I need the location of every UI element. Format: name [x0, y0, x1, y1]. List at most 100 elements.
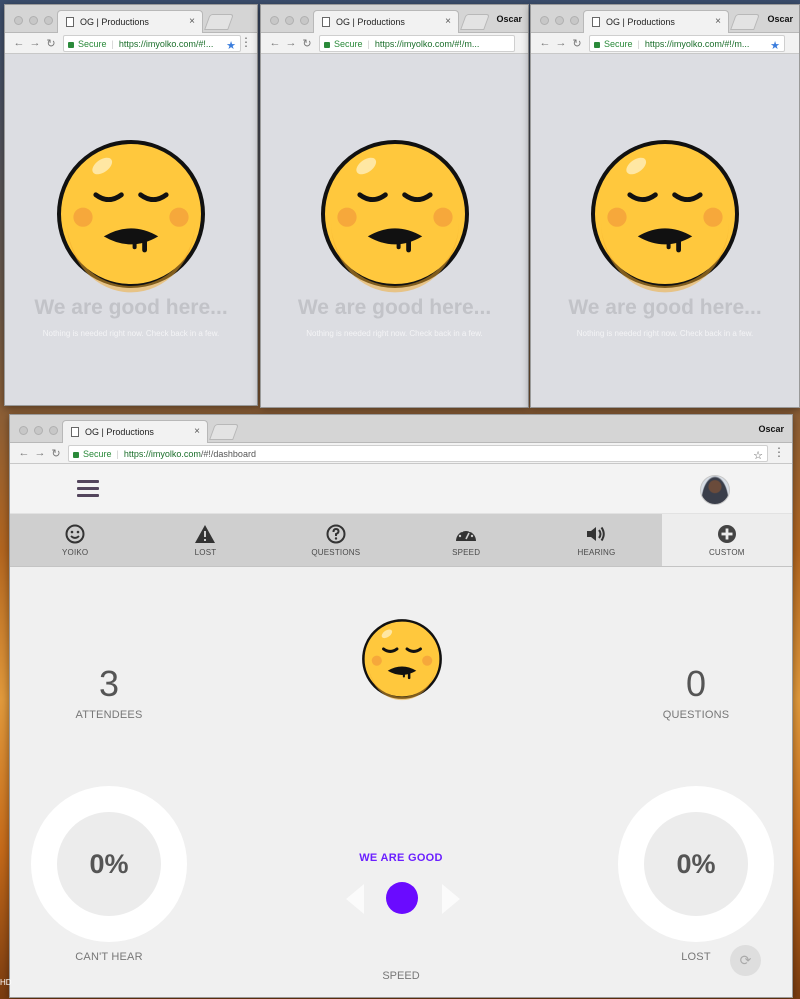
tool-label: QUESTIONS	[311, 547, 361, 557]
speed-status: WE ARE GOOD	[359, 852, 443, 864]
sleepy-emoji-icon	[360, 617, 444, 706]
empty-subtitle: Nothing is needed right now. Check back …	[306, 329, 483, 338]
window-controls[interactable]	[540, 16, 579, 25]
window-controls[interactable]	[270, 16, 309, 25]
url-field[interactable]: Secure | https://imyolko.com/#!/m... ★	[589, 35, 785, 52]
desktop-corner-text: HD	[0, 978, 12, 987]
address-bar: ← → ↻ Secure | https://imyolko.com/#!/m.…	[261, 33, 528, 54]
lock-icon	[68, 41, 74, 48]
bookmark-star-icon[interactable]: ☆	[753, 449, 763, 461]
back-button[interactable]: ←	[539, 37, 551, 49]
profile-name[interactable]: Oscar	[496, 14, 522, 24]
empty-state: We are good here... Nothing is needed ri…	[531, 54, 799, 407]
browser-tab[interactable]: OG | Productions ×	[62, 420, 208, 443]
lock-icon	[73, 451, 79, 458]
url-field[interactable]: Secure | https://imyolko.com/#!... ★	[63, 35, 241, 52]
speedometer-icon	[456, 527, 477, 541]
bookmark-star-icon[interactable]: ★	[770, 39, 780, 51]
dashboard-main: 3 ATTENDEES 0 QUESTIONS 0% CAN'T HEAR 0%…	[10, 568, 792, 997]
tab-close-button[interactable]: ×	[445, 16, 451, 27]
back-button[interactable]: ←	[269, 37, 281, 49]
address-bar: ← → ↻ Secure | https://imyolko.com/#!/da…	[10, 443, 792, 464]
back-button[interactable]: ←	[18, 447, 30, 459]
forward-button[interactable]: →	[285, 37, 297, 49]
new-tab-button[interactable]	[460, 14, 490, 30]
forward-button[interactable]: →	[34, 447, 46, 459]
browser-window-3: OG | Productions × Oscar ← → ↻ Secure | …	[530, 4, 800, 408]
browser-window-1: OG | Productions × ← → ↻ Secure | https:…	[4, 4, 258, 406]
profile-name[interactable]: Oscar	[767, 14, 793, 24]
lost-percent: 0%	[644, 812, 748, 916]
cant-hear-gauge: 0%	[31, 786, 187, 942]
tool-label: SPEED	[452, 547, 481, 557]
cant-hear-label: CAN'T HEAR	[75, 951, 143, 963]
browser-window-dashboard: OG | Productions × Oscar ← → ↻ Secure | …	[9, 414, 793, 998]
window-controls[interactable]	[14, 16, 53, 25]
url-path: /#!/dashboard	[200, 448, 256, 459]
speed-indicator[interactable]	[386, 882, 418, 914]
bookmark-star-icon[interactable]: ★	[226, 39, 236, 51]
empty-state: We are good here... Nothing is needed ri…	[5, 54, 257, 405]
new-tab-button[interactable]	[209, 424, 239, 440]
hamburger-menu-icon[interactable]	[77, 480, 99, 501]
tool-label: LOST	[194, 547, 217, 557]
document-icon	[592, 17, 600, 27]
attendees-label: ATTENDEES	[75, 709, 143, 721]
reload-button[interactable]: ↻	[571, 37, 583, 50]
tab-close-button[interactable]: ×	[194, 426, 200, 437]
tool-label: HEARING	[577, 547, 616, 557]
avatar[interactable]	[700, 475, 730, 505]
tab-bar: OG | Productions × Oscar	[531, 5, 799, 33]
reload-button[interactable]: ↻	[50, 447, 62, 460]
tool-label: YOIKO	[61, 547, 89, 557]
sleepy-emoji-icon	[305, 134, 485, 299]
tab-title: OG | Productions	[80, 17, 149, 27]
slower-arrow-button[interactable]	[346, 884, 364, 914]
attendees-stat: 3 ATTENDEES	[59, 663, 159, 721]
url-field[interactable]: Secure | https://imyolko.com/#!/dashboar…	[68, 445, 768, 462]
new-tab-button[interactable]	[204, 14, 234, 30]
lock-icon	[594, 41, 600, 48]
forward-button[interactable]: →	[555, 37, 567, 49]
questions-stat: 0 QUESTIONS	[646, 663, 746, 721]
tool-custom[interactable]: CUSTOM	[661, 514, 792, 566]
tab-close-button[interactable]: ×	[189, 16, 195, 27]
lost-gauge: 0%	[618, 786, 774, 942]
volume-icon	[587, 526, 606, 541]
browser-menu-icon[interactable]: ⋮	[773, 445, 785, 459]
browser-menu-icon[interactable]: ⋮	[240, 35, 252, 49]
cant-hear-percent: 0%	[57, 812, 161, 916]
empty-state: We are good here... Nothing is needed ri…	[261, 54, 528, 407]
tool-questions[interactable]: QUESTIONS	[271, 514, 401, 566]
browser-tab[interactable]: OG | Productions ×	[57, 10, 203, 33]
forward-button[interactable]: →	[29, 37, 41, 49]
profile-name[interactable]: Oscar	[758, 424, 784, 434]
window-controls[interactable]	[19, 426, 58, 435]
secure-label: Secure	[78, 38, 107, 49]
refresh-icon[interactable]: ⟳	[730, 945, 761, 976]
attendees-count: 3	[98, 663, 120, 704]
document-icon	[71, 427, 79, 437]
app-header	[10, 464, 792, 514]
browser-tab[interactable]: OG | Productions ×	[313, 10, 459, 33]
warning-icon	[195, 524, 216, 543]
tab-title: OG | Productions	[336, 17, 405, 27]
url-host: https://imyolko.com	[123, 448, 201, 459]
question-icon	[326, 524, 346, 543]
faster-arrow-button[interactable]	[442, 884, 460, 914]
reload-button[interactable]: ↻	[45, 37, 57, 50]
reload-button[interactable]: ↻	[301, 37, 313, 50]
tool-speed[interactable]: SPEED	[401, 514, 531, 566]
browser-tab[interactable]: OG | Productions ×	[583, 10, 729, 33]
tool-hearing[interactable]: HEARING	[531, 514, 661, 566]
plus-circle-icon	[717, 524, 736, 543]
back-button[interactable]: ←	[13, 37, 25, 49]
url-text: https://imyolko.com/#!...	[118, 38, 214, 49]
secure-label: Secure	[83, 448, 112, 459]
tab-close-button[interactable]: ×	[715, 16, 721, 27]
empty-title: We are good here...	[34, 296, 228, 319]
tool-yoiko[interactable]: YOIKO	[10, 514, 140, 566]
url-field[interactable]: Secure | https://imyolko.com/#!/m...	[319, 35, 515, 52]
tool-lost[interactable]: LOST	[140, 514, 270, 566]
new-tab-button[interactable]	[730, 14, 760, 30]
